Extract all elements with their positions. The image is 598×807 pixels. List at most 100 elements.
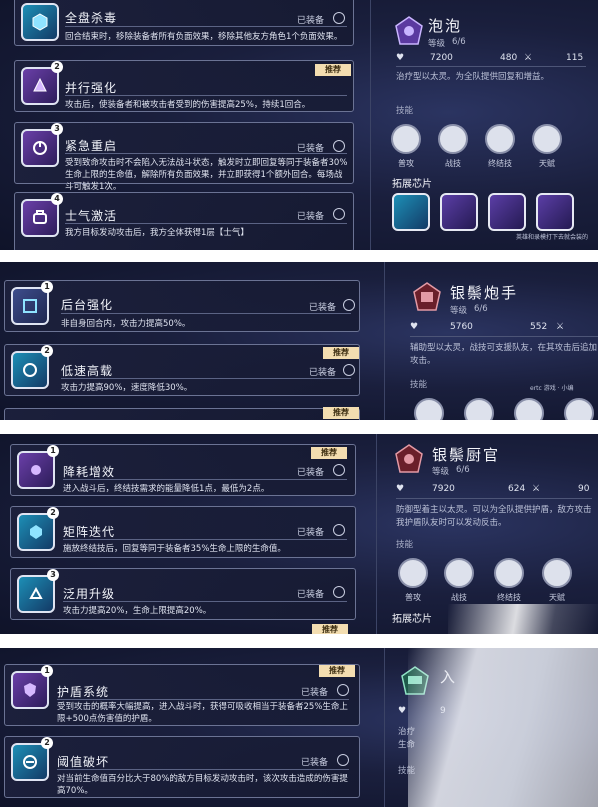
chip-card[interactable]: 2 矩阵迭代 已装备 施放终结技后，回复等同于装备者35%生命上限的生命值。 (10, 506, 356, 558)
chip-title: 并行强化 (65, 81, 118, 95)
divider (65, 223, 347, 224)
skills-label: 技能 (410, 380, 428, 390)
screen-glare (448, 604, 598, 634)
recommend-badge: 推荐 (315, 64, 351, 76)
skill-talent-icon[interactable] (532, 124, 562, 154)
chip-card[interactable]: 2 推荐 低速高载 已装备 攻击力提高90%，速度降低30%。 (4, 344, 360, 396)
stat-divider (396, 498, 592, 499)
chip-title: 低速高载 (61, 364, 114, 378)
chip-desc: 受到攻击的概率大幅提高，进入战斗时，获得可吸收相当于装备者25%生命上限+500… (57, 702, 348, 724)
note-text: 英雄和录模打下去就会装的 (516, 234, 589, 241)
chip-number: 3 (51, 123, 63, 135)
chip-title: 士气激活 (65, 209, 118, 223)
panel-divider (370, 0, 371, 250)
chip-card[interactable]: 3 紧急重启 已装备 受到致命攻击时不会陷入无法战斗状态，触发时立即回复等同于装… (14, 122, 354, 192)
atk-value: 480 (500, 53, 518, 63)
equipped-label: 已装备 (297, 590, 325, 600)
hp-value: 7200 (430, 53, 453, 63)
equipped-label: 已装备 (301, 688, 329, 698)
equip-icon (333, 208, 345, 220)
ext-chips-label: 拓展芯片 (392, 614, 432, 625)
chip-card[interactable]: 2 阈值破坏 已装备 对当前生命值百分比大于80%的敌方目标发动攻击时，该次攻击… (4, 736, 360, 798)
chip-card[interactable]: 全盘杀毒 已装备 回合结束时，移除装备者所有负面效果，移除其他友方角色1个负面效… (14, 0, 354, 46)
chip-card[interactable]: 4 士气激活 已装备 我方目标发动攻击后，我方全体获得1层【士气】 (14, 192, 354, 250)
recommend-badge: 推荐 (323, 407, 359, 419)
hp-icon: ♥ (398, 706, 407, 716)
ext-chip-slot[interactable] (488, 193, 526, 231)
chip-desc: 非自身回合内，攻击力提高50%。 (61, 319, 191, 329)
chip-card[interactable]: 1 推荐 降耗增效 已装备 进入战斗后，终结技需求的能量降低1点，最低为2点。 (10, 444, 356, 496)
chip-number: 2 (47, 507, 59, 519)
character-desc: 治疗型以太灵。为全队提供回复和增益。 (396, 72, 550, 82)
level-label: 等级 (450, 306, 468, 316)
atk-value: 552 (530, 322, 548, 332)
recommend-badge: 推荐 (311, 447, 347, 459)
chip-icon (17, 451, 55, 489)
equip-icon (333, 140, 345, 152)
skill-label: 普攻 (405, 593, 421, 602)
separator (0, 250, 598, 262)
chip-card[interactable]: 2 推荐 并行强化 攻击后，使装备者和被攻击者受到的伤害提高25%，持续1回合。 (14, 60, 354, 112)
chip-desc: 回合结束时，移除装备者所有负面效果，移除其他友方角色1个负面效果。 (65, 32, 343, 42)
atk-icon: ⚔ (532, 484, 541, 494)
chip-number: 1 (47, 445, 59, 457)
equip-icon (333, 464, 345, 476)
level-value: 6/6 (452, 37, 466, 47)
character-emblem-icon (413, 282, 441, 311)
chip-number: 2 (41, 345, 53, 357)
skill-label: 天赋 (549, 593, 565, 602)
recommend-badge: 推荐 (319, 665, 355, 677)
atk-value: 624 (508, 484, 526, 494)
panel-4: 1 推荐 护盾系统 已装备 受到攻击的概率大幅提高，进入战斗时，获得可吸收相当于… (0, 648, 598, 807)
level-label: 等级 (428, 39, 446, 49)
ext-chip-slot[interactable] (440, 193, 478, 231)
hp-value: 5760 (450, 322, 473, 332)
skill-talent-icon[interactable] (564, 398, 594, 420)
stat-divider (410, 336, 598, 337)
hp-icon: ♥ (410, 322, 419, 332)
divider (61, 313, 351, 314)
skill-battle-icon[interactable] (438, 124, 468, 154)
chip-title: 护盾系统 (57, 685, 110, 699)
equipped-label: 已装备 (297, 468, 325, 478)
chip-card[interactable]: 推荐 (4, 407, 360, 420)
watermark-text: ertc 游戏 · 小编 (530, 385, 574, 392)
chip-title: 矩阵迭代 (63, 525, 116, 539)
panel-1: 全盘杀毒 已装备 回合结束时，移除装备者所有负面效果，移除其他友方角色1个负面效… (0, 0, 598, 250)
skill-ultimate-icon[interactable] (494, 558, 524, 588)
skill-talent-icon[interactable] (542, 558, 572, 588)
chip-title: 全盘杀毒 (65, 11, 118, 25)
equip-icon (333, 586, 345, 598)
skill-basic-icon[interactable] (414, 398, 444, 420)
chip-card[interactable]: 3 泛用升级 已装备 攻击力提高20%，生命上限提高20%。 (10, 568, 356, 620)
chip-number: 4 (51, 193, 63, 205)
chip-number: 1 (41, 665, 53, 677)
equipped-label: 已装备 (309, 368, 337, 378)
skill-battle-icon[interactable] (444, 558, 474, 588)
chip-card[interactable]: 1 推荐 护盾系统 已装备 受到攻击的概率大幅提高，进入战斗时，获得可吸收相当于… (4, 664, 360, 726)
skill-battle-icon[interactable] (464, 398, 494, 420)
chip-number: 1 (41, 281, 53, 293)
skill-basic-icon[interactable] (398, 558, 428, 588)
chip-icon (21, 67, 59, 105)
divider (65, 95, 347, 96)
equipped-label: 已装备 (309, 303, 337, 313)
chip-title: 紧急重启 (65, 139, 118, 153)
separator (0, 634, 598, 648)
atk-icon: ⚔ (524, 53, 533, 63)
skill-ultimate-icon[interactable] (485, 124, 515, 154)
screen-glare (408, 648, 598, 807)
equipped-label: 已装备 (297, 144, 325, 154)
recommend-badge: 推荐 (323, 347, 359, 359)
chip-icon (21, 3, 59, 41)
ext-chip-slot[interactable] (392, 193, 430, 231)
character-name: 银鬃厨官 (432, 446, 501, 464)
ext-chip-slot[interactable] (536, 193, 574, 231)
level-value: 6/6 (474, 304, 488, 314)
skill-label: 终结技 (497, 593, 521, 602)
panel-divider (376, 434, 377, 634)
skill-ultimate-icon[interactable] (514, 398, 544, 420)
chip-card[interactable]: 1 后台强化 已装备 非自身回合内，攻击力提高50%。 (4, 280, 360, 332)
chip-desc: 攻击后，使装备者和被攻击者受到的伤害提高25%，持续1回合。 (65, 100, 311, 110)
skill-basic-icon[interactable] (391, 124, 421, 154)
